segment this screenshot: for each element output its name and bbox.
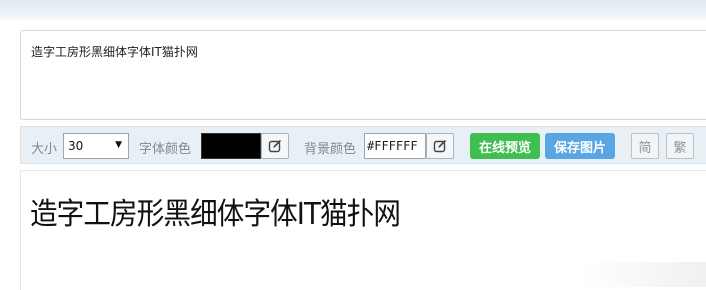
corner-shade bbox=[580, 262, 706, 287]
preview-button[interactable]: 在线预览 bbox=[470, 133, 540, 159]
simplified-button[interactable]: 简 bbox=[631, 133, 659, 159]
bg-color-picker-button[interactable] bbox=[426, 133, 454, 159]
editor-text: 造字工房形黑细体字体IT猫扑网 bbox=[31, 45, 198, 59]
chevron-down-icon: ▼ bbox=[115, 140, 122, 150]
font-color-swatch[interactable] bbox=[201, 133, 261, 159]
edit-icon bbox=[268, 139, 282, 153]
font-color-picker-button[interactable] bbox=[261, 133, 289, 159]
bg-color-label: 背景颜色 bbox=[304, 142, 357, 157]
font-size-select[interactable]: 30 ▼ bbox=[63, 133, 129, 159]
save-image-button[interactable]: 保存图片 bbox=[545, 133, 615, 159]
text-input-area[interactable]: 造字工房形黑细体字体IT猫扑网 bbox=[20, 30, 706, 120]
edit-icon bbox=[433, 139, 447, 153]
size-label: 大小 bbox=[31, 142, 58, 157]
toolbar: 大小 30 ▼ 字体颜色 背景颜色 #FFFFFF 在线预览 保存图片 简 繁 bbox=[20, 126, 706, 164]
font-size-value: 30 bbox=[68, 139, 84, 153]
top-strip bbox=[0, 0, 706, 20]
font-color-label: 字体颜色 bbox=[139, 142, 192, 157]
preview-text: 造字工房形黑细体字体IT猫扑网 bbox=[30, 197, 401, 232]
traditional-button[interactable]: 繁 bbox=[666, 133, 694, 159]
bg-color-input[interactable]: #FFFFFF bbox=[364, 133, 426, 159]
